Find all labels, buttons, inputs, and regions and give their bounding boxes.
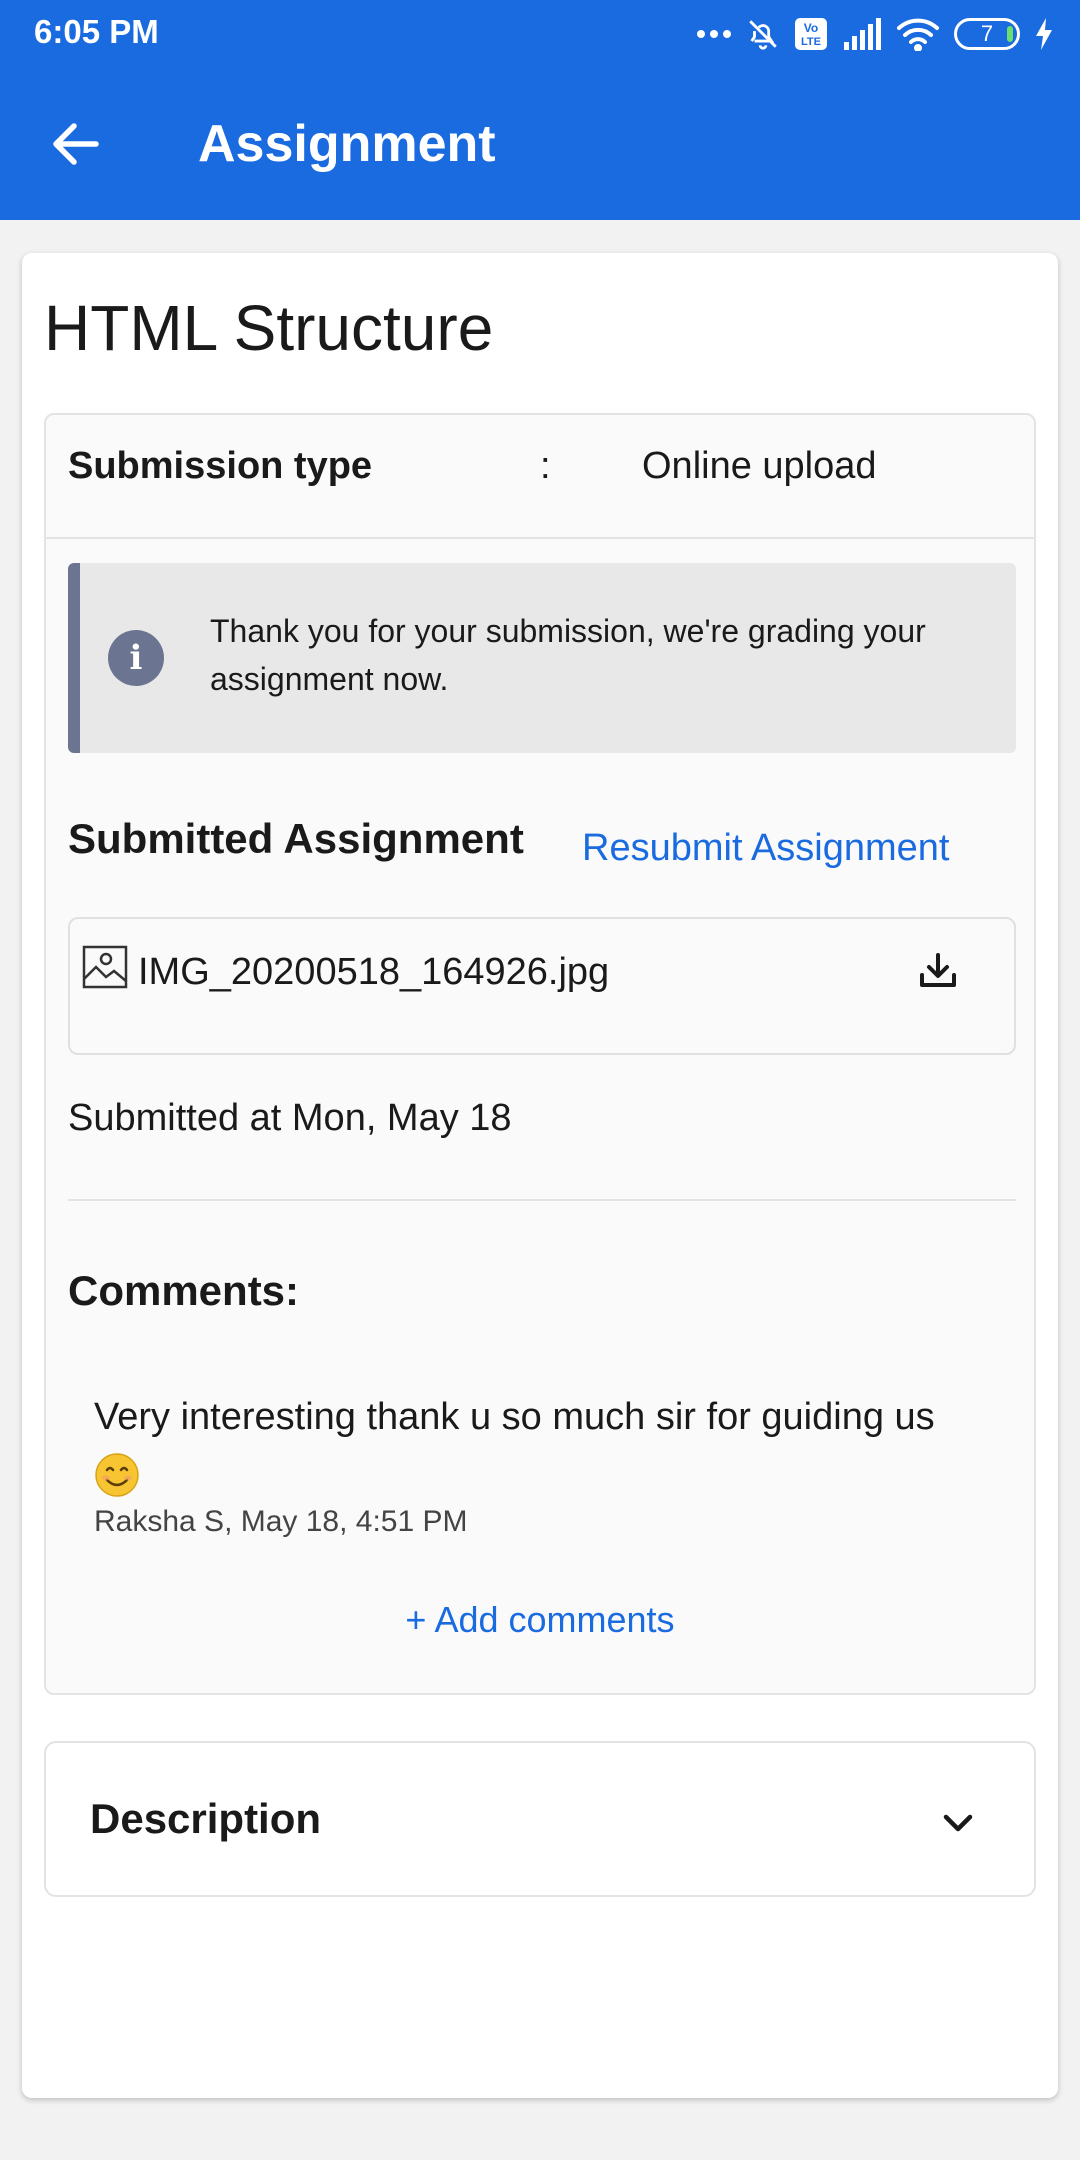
status-bar: 6:05 PM Vo LTE 7 [0, 0, 1080, 66]
comment-text: Very interesting thank u so much sir for… [94, 1389, 994, 1501]
page-header-title: Assignment [198, 115, 496, 173]
submitted-at: Submitted at Mon, May 18 [68, 1097, 512, 1139]
comment-author-time: Raksha S, May 18, 4:51 PM [94, 1505, 468, 1538]
submitted-file[interactable]: IMG_20200518_164926.jpg [68, 917, 1016, 1055]
charging-icon [1036, 18, 1052, 50]
battery-level: 7 [980, 21, 994, 46]
comments-heading: Comments: [68, 1267, 300, 1314]
signal-icon [844, 18, 881, 50]
description-section[interactable]: Description [44, 1741, 1036, 1897]
submission-panel: Submission type : Online upload i Thank … [44, 413, 1036, 1695]
volte-icon: VoLTE [795, 18, 827, 50]
arrow-left-icon [53, 123, 99, 165]
svg-text:LTE: LTE [801, 36, 821, 48]
status-icons: Vo LTE 7 [696, 14, 1054, 54]
file-name: IMG_20200518_164926.jpg [138, 951, 610, 993]
info-icon: i [108, 630, 164, 686]
back-button[interactable] [38, 106, 114, 182]
battery-fill [1007, 26, 1013, 42]
smiling-face-emoji-icon [95, 1453, 139, 1497]
svg-text:Vo: Vo [804, 21, 818, 35]
submitted-assignment-heading: Submitted Assignment [68, 815, 524, 862]
image-icon [82, 945, 128, 989]
status-time: 6:05 PM [34, 13, 159, 50]
battery-icon: 7 [954, 18, 1020, 50]
wifi-icon [897, 18, 939, 51]
assignment-card: HTML Structure Submission type : Online … [22, 253, 1058, 2098]
submission-type-row: Submission type : Online upload [46, 415, 1034, 539]
download-icon[interactable] [918, 951, 958, 991]
description-label: Description [90, 1795, 322, 1842]
more-dots-icon [697, 30, 731, 38]
resubmit-assignment-link[interactable]: Resubmit Assignment [582, 827, 950, 870]
chevron-down-icon[interactable] [938, 1803, 978, 1843]
submission-type-value: Online upload [642, 445, 877, 487]
submission-type-label: Submission type [68, 445, 373, 487]
bell-off-icon [749, 20, 777, 50]
info-message: Thank you for your submission, we're gra… [210, 613, 926, 697]
grading-info-banner: i Thank you for your submission, we're g… [68, 563, 1016, 753]
add-comments-button[interactable]: + Add comments [46, 1599, 1034, 1641]
submission-type-separator: : [540, 445, 551, 487]
comment-body: Very interesting thank u so much sir for… [94, 1396, 935, 1438]
app-bar: 6:05 PM Vo LTE 7 Assignment [0, 0, 1080, 220]
assignment-title: HTML Structure [44, 292, 494, 364]
toolbar: Assignment [0, 66, 1080, 220]
divider [68, 1199, 1016, 1201]
